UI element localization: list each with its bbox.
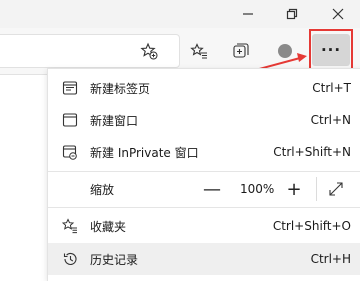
menu-item-history[interactable]: 历史记录 Ctrl+H [48, 243, 360, 275]
menu-item-zoom: 缩放 — 100% + [48, 173, 360, 205]
settings-menu: 新建标签页 Ctrl+T 新建窗口 Ctrl+N 新建 InPrivate 窗口… [47, 68, 360, 281]
menu-item-shortcut: Ctrl+H [310, 252, 351, 266]
menu-item-shortcut: Ctrl+N [310, 113, 351, 127]
menu-item-label: 历史记录 [90, 252, 139, 267]
zoom-divider [316, 177, 317, 201]
menu-item-favorites[interactable]: 收藏夹 Ctrl+Shift+O [48, 210, 360, 242]
menu-divider [48, 207, 360, 208]
fullscreen-icon[interactable] [326, 179, 346, 199]
favorites-icon [62, 218, 78, 234]
menu-item-shortcut: Ctrl+Shift+N [273, 145, 351, 159]
zoom-value: 100% [240, 182, 275, 196]
new-tab-icon [62, 80, 78, 96]
menu-item-shortcut: Ctrl+T [312, 81, 351, 95]
menu-item-new-tab[interactable]: 新建标签页 Ctrl+T [48, 72, 360, 104]
menu-item-label: 收藏夹 [90, 219, 127, 234]
menu-item-label: 新建标签页 [90, 81, 151, 96]
menu-item-new-inprivate-window[interactable]: 新建 InPrivate 窗口 Ctrl+Shift+N [48, 136, 360, 168]
menu-item-new-window[interactable]: 新建窗口 Ctrl+N [48, 104, 360, 136]
zoom-out-button[interactable]: — [202, 179, 222, 200]
history-icon [62, 251, 78, 267]
inprivate-icon [62, 144, 78, 160]
zoom-in-button[interactable]: + [284, 179, 304, 200]
zoom-label: 缩放 [90, 182, 115, 197]
menu-item-shortcut: Ctrl+Shift+O [272, 219, 351, 233]
menu-item-label: 新建窗口 [90, 113, 139, 128]
menu-divider [48, 171, 360, 172]
menu-item-label: 新建 InPrivate 窗口 [90, 145, 199, 160]
new-window-icon [62, 112, 78, 128]
